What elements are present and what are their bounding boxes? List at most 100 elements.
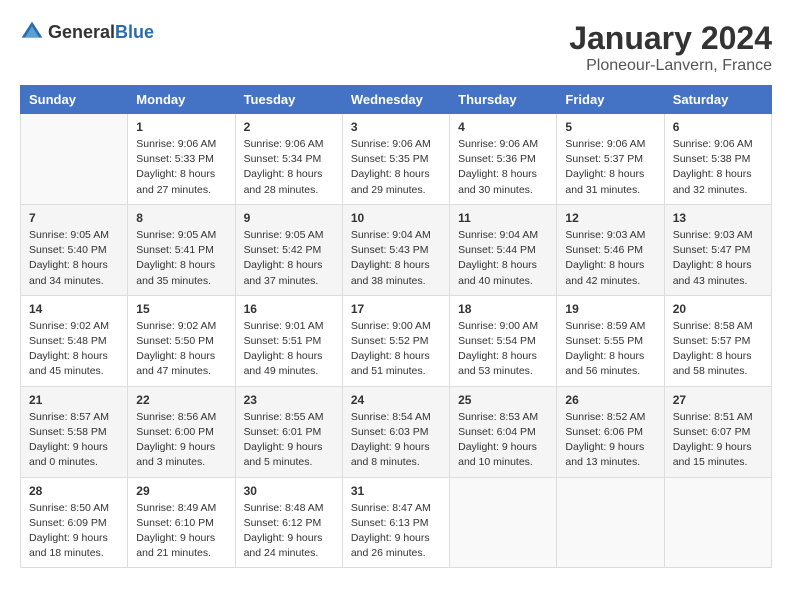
calendar-cell: 7 Sunrise: 9:05 AMSunset: 5:40 PMDaylight…: [21, 204, 128, 295]
calendar-cell: 11Sunrise: 9:04 AMSunset: 5:44 PMDayligh…: [450, 204, 557, 295]
day-number: 24: [351, 393, 441, 407]
day-number: 20: [673, 302, 763, 316]
day-info: Sunrise: 9:04 AMSunset: 5:44 PMDaylight:…: [458, 228, 548, 289]
day-number: 8: [136, 211, 226, 225]
calendar-cell: 31Sunrise: 8:47 AMSunset: 6:13 PMDayligh…: [342, 477, 449, 568]
calendar-body: 1 Sunrise: 9:06 AMSunset: 5:33 PMDaylight…: [21, 114, 772, 568]
col-tuesday: Tuesday: [235, 86, 342, 114]
day-number: 10: [351, 211, 441, 225]
col-monday: Monday: [128, 86, 235, 114]
calendar-cell: 2Sunrise: 9:06 AMSunset: 5:34 PMDaylight…: [235, 114, 342, 205]
title-block: January 2024 Ploneour-Lanvern, France: [569, 20, 772, 75]
calendar-cell: 5 Sunrise: 9:06 AMSunset: 5:37 PMDaylight…: [557, 114, 664, 205]
calendar-cell: 3 Sunrise: 9:06 AMSunset: 5:35 PMDaylight…: [342, 114, 449, 205]
calendar-table: Sunday Monday Tuesday Wednesday Thursday…: [20, 85, 772, 568]
day-number: 13: [673, 211, 763, 225]
calendar-cell: [664, 477, 771, 568]
day-number: 4: [458, 120, 548, 134]
col-friday: Friday: [557, 86, 664, 114]
day-number: 12: [565, 211, 655, 225]
calendar-cell: 28 Sunrise: 8:50 AMSunset: 6:09 PMDayligh…: [21, 477, 128, 568]
calendar-cell: 16 Sunrise: 9:01 AMSunset: 5:51 PMDayligh…: [235, 295, 342, 386]
calendar-cell: 4Sunrise: 9:06 AMSunset: 5:36 PMDaylight…: [450, 114, 557, 205]
logo: GeneralBlue: [20, 20, 154, 44]
calendar-cell: [450, 477, 557, 568]
calendar-cell: 17 Sunrise: 9:00 AMSunset: 5:52 PMDayligh…: [342, 295, 449, 386]
day-number: 15: [136, 302, 226, 316]
day-info: Sunrise: 9:02 AMSunset: 5:48 PMDaylight:…: [29, 319, 119, 380]
calendar-cell: 1 Sunrise: 9:06 AMSunset: 5:33 PMDaylight…: [128, 114, 235, 205]
calendar-cell: 22 Sunrise: 8:56 AMSunset: 6:00 PMDayligh…: [128, 386, 235, 477]
day-number: 21: [29, 393, 119, 407]
day-number: 26: [565, 393, 655, 407]
day-info: Sunrise: 9:05 AMSunset: 5:42 PMDaylight:…: [244, 228, 334, 289]
day-number: 3: [351, 120, 441, 134]
day-number: 9: [244, 211, 334, 225]
calendar-cell: 24 Sunrise: 8:54 AMSunset: 6:03 PMDayligh…: [342, 386, 449, 477]
day-number: 7: [29, 211, 119, 225]
day-number: 23: [244, 393, 334, 407]
day-info: Sunrise: 8:59 AMSunset: 5:55 PMDaylight:…: [565, 319, 655, 380]
col-saturday: Saturday: [664, 86, 771, 114]
calendar-cell: 10 Sunrise: 9:04 AMSunset: 5:43 PMDayligh…: [342, 204, 449, 295]
calendar-week-row: 14Sunrise: 9:02 AMSunset: 5:48 PMDayligh…: [21, 295, 772, 386]
calendar-cell: [21, 114, 128, 205]
calendar-cell: 21 Sunrise: 8:57 AMSunset: 5:58 PMDayligh…: [21, 386, 128, 477]
col-wednesday: Wednesday: [342, 86, 449, 114]
day-info: Sunrise: 9:05 AMSunset: 5:40 PMDaylight:…: [29, 228, 119, 289]
calendar-cell: 20 Sunrise: 8:58 AMSunset: 5:57 PMDayligh…: [664, 295, 771, 386]
calendar-cell: 14Sunrise: 9:02 AMSunset: 5:48 PMDayligh…: [21, 295, 128, 386]
calendar-cell: 8Sunrise: 9:05 AMSunset: 5:41 PMDaylight…: [128, 204, 235, 295]
day-info: Sunrise: 9:01 AMSunset: 5:51 PMDaylight:…: [244, 319, 334, 380]
day-info: Sunrise: 9:06 AMSunset: 5:34 PMDaylight:…: [244, 137, 334, 198]
logo-blue-text: Blue: [115, 22, 154, 42]
day-number: 5: [565, 120, 655, 134]
day-number: 16: [244, 302, 334, 316]
calendar-cell: 25Sunrise: 8:53 AMSunset: 6:04 PMDayligh…: [450, 386, 557, 477]
day-info: Sunrise: 8:55 AMSunset: 6:01 PMDaylight:…: [244, 410, 334, 471]
day-number: 28: [29, 484, 119, 498]
day-info: Sunrise: 9:06 AMSunset: 5:33 PMDaylight:…: [136, 137, 226, 198]
day-number: 27: [673, 393, 763, 407]
col-thursday: Thursday: [450, 86, 557, 114]
col-sunday: Sunday: [21, 86, 128, 114]
day-info: Sunrise: 8:54 AMSunset: 6:03 PMDaylight:…: [351, 410, 441, 471]
month-title: January 2024: [569, 20, 772, 57]
day-info: Sunrise: 8:47 AMSunset: 6:13 PMDaylight:…: [351, 501, 441, 562]
calendar-cell: 29Sunrise: 8:49 AMSunset: 6:10 PMDayligh…: [128, 477, 235, 568]
day-info: Sunrise: 9:03 AMSunset: 5:46 PMDaylight:…: [565, 228, 655, 289]
day-info: Sunrise: 9:06 AMSunset: 5:38 PMDaylight:…: [673, 137, 763, 198]
day-number: 19: [565, 302, 655, 316]
calendar-cell: 27Sunrise: 8:51 AMSunset: 6:07 PMDayligh…: [664, 386, 771, 477]
day-number: 18: [458, 302, 548, 316]
calendar-cell: 15 Sunrise: 9:02 AMSunset: 5:50 PMDayligh…: [128, 295, 235, 386]
calendar-cell: [557, 477, 664, 568]
day-number: 6: [673, 120, 763, 134]
day-info: Sunrise: 8:57 AMSunset: 5:58 PMDaylight:…: [29, 410, 119, 471]
calendar-cell: 19 Sunrise: 8:59 AMSunset: 5:55 PMDayligh…: [557, 295, 664, 386]
day-info: Sunrise: 9:00 AMSunset: 5:54 PMDaylight:…: [458, 319, 548, 380]
day-number: 29: [136, 484, 226, 498]
day-info: Sunrise: 8:50 AMSunset: 6:09 PMDaylight:…: [29, 501, 119, 562]
calendar-week-row: 28 Sunrise: 8:50 AMSunset: 6:09 PMDayligh…: [21, 477, 772, 568]
day-number: 30: [244, 484, 334, 498]
day-info: Sunrise: 9:00 AMSunset: 5:52 PMDaylight:…: [351, 319, 441, 380]
day-info: Sunrise: 8:53 AMSunset: 6:04 PMDaylight:…: [458, 410, 548, 471]
logo-icon: [20, 20, 44, 44]
calendar-cell: 30 Sunrise: 8:48 AMSunset: 6:12 PMDayligh…: [235, 477, 342, 568]
day-number: 1: [136, 120, 226, 134]
calendar-cell: 18 Sunrise: 9:00 AMSunset: 5:54 PMDayligh…: [450, 295, 557, 386]
page-header: GeneralBlue January 2024 Ploneour-Lanver…: [20, 20, 772, 75]
day-info: Sunrise: 8:56 AMSunset: 6:00 PMDaylight:…: [136, 410, 226, 471]
day-info: Sunrise: 8:58 AMSunset: 5:57 PMDaylight:…: [673, 319, 763, 380]
day-info: Sunrise: 9:06 AMSunset: 5:35 PMDaylight:…: [351, 137, 441, 198]
calendar-cell: 12 Sunrise: 9:03 AMSunset: 5:46 PMDayligh…: [557, 204, 664, 295]
day-info: Sunrise: 9:02 AMSunset: 5:50 PMDaylight:…: [136, 319, 226, 380]
day-number: 17: [351, 302, 441, 316]
day-info: Sunrise: 8:48 AMSunset: 6:12 PMDaylight:…: [244, 501, 334, 562]
calendar-week-row: 1 Sunrise: 9:06 AMSunset: 5:33 PMDaylight…: [21, 114, 772, 205]
day-info: Sunrise: 9:06 AMSunset: 5:37 PMDaylight:…: [565, 137, 655, 198]
location-title: Ploneour-Lanvern, France: [569, 57, 772, 75]
day-number: 22: [136, 393, 226, 407]
day-info: Sunrise: 9:04 AMSunset: 5:43 PMDaylight:…: [351, 228, 441, 289]
